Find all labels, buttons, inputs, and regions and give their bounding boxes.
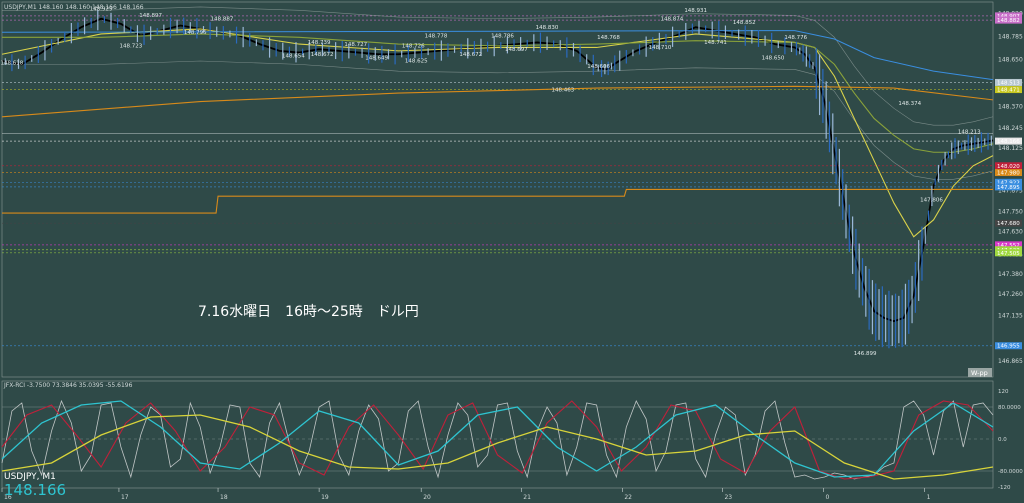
price-tag-9: 147.680 — [997, 221, 1020, 227]
chart-window: 148.618 148.929 148.723 148.897 148.795 148.8… — [0, 0, 1024, 503]
price-tick-2: 148.650 — [998, 56, 1023, 63]
rci-tick-0: 120 — [998, 389, 1009, 395]
time-tick-7: 23 — [724, 494, 732, 501]
price-label-23: 148.931 — [684, 8, 707, 14]
rci-tick-1: 80.0000 — [998, 405, 1021, 411]
price-label-26: 148.650 — [762, 55, 785, 61]
price-label-9: 148.727 — [344, 42, 367, 48]
price-label-27: 148.776 — [784, 35, 807, 41]
price-label-3: 148.897 — [139, 13, 162, 19]
price-tick-14: 146.865 — [998, 358, 1023, 365]
time-tick-8: 0 — [826, 494, 830, 501]
price-tick-11: 147.380 — [998, 271, 1023, 278]
time-tick-9: 1 — [927, 494, 931, 501]
price-label-28: 148.374 — [898, 101, 921, 107]
pivot-tag: W-pp — [971, 369, 988, 377]
price-label-15: 148.786 — [491, 33, 514, 39]
price-tick-5: 148.245 — [998, 125, 1023, 132]
price-label-21: 148.710 — [649, 45, 672, 51]
price-label-6: 148.654 — [282, 54, 305, 60]
time-tick-6: 22 — [624, 494, 632, 501]
price-tag-8: 147.895 — [997, 185, 1020, 191]
price-label-19: 148.768 — [597, 35, 620, 41]
price-tag-1: 148.882 — [997, 18, 1020, 24]
price-label-30: 147.806 — [920, 197, 943, 203]
price-tick-9: 147.630 — [998, 229, 1023, 236]
price-label-8: 148.672 — [311, 52, 334, 58]
price-label-18: 148.463 — [552, 87, 575, 93]
price-label-10: 148.649 — [365, 55, 388, 61]
price-label-4: 148.795 — [184, 30, 207, 36]
price-label-2: 148.723 — [119, 43, 142, 49]
price-tick-13: 147.135 — [998, 312, 1023, 319]
price-label-20: 148.606 — [587, 64, 610, 70]
price-tick-4: 148.370 — [998, 104, 1023, 111]
price-label-0: 148.618 — [1, 60, 24, 66]
price-label-24: 148.741 — [704, 40, 727, 46]
price-label-13: 148.778 — [425, 33, 448, 39]
rci-tick-4: -120 — [998, 485, 1011, 491]
chart-background — [0, 0, 1024, 503]
price-tag-4: 148.166 — [997, 139, 1020, 145]
rci-tick-3: -80.0000 — [998, 469, 1023, 475]
rci-tick-2: 0.0 — [998, 437, 1007, 443]
symbol-info: USDJPY,M1 148.160 148.160 148.166 148.16… — [4, 4, 144, 11]
price-tag-13: 146.955 — [997, 344, 1020, 350]
time-tick-1: 17 — [121, 494, 129, 501]
price-label-29: 148.213 — [958, 130, 981, 136]
price-label-25: 148.852 — [733, 20, 756, 26]
price-label-31: 146.899 — [854, 351, 877, 357]
chart-svg: 148.618148.929148.723148.897148.795148.8… — [0, 0, 1024, 503]
price-tag-12: 147.505 — [997, 251, 1020, 257]
price-label-22: 148.874 — [661, 16, 684, 22]
price-label-16: 148.697 — [505, 47, 528, 53]
price-label-5: 148.887 — [211, 16, 234, 22]
time-tick-4: 20 — [423, 494, 431, 501]
price-label-17: 148.830 — [536, 25, 559, 31]
current-price-display: 148.166 — [4, 481, 66, 499]
time-tick-5: 21 — [523, 494, 531, 501]
price-label-11: 148.726 — [402, 43, 425, 49]
rci-info: JFX-RCI -3.7500 73.3846 35.0395 -55.6196 — [3, 382, 133, 389]
price-label-14: 148.672 — [459, 52, 482, 58]
price-tick-6: 148.125 — [998, 145, 1023, 152]
price-tag-6: 147.980 — [997, 171, 1020, 177]
price-tag-2: 148.513 — [997, 80, 1020, 86]
price-tick-1: 148.785 — [998, 34, 1023, 41]
time-tick-3: 19 — [321, 494, 329, 501]
annotation-text: 7.16水曜日 16時～25時 ドル円 — [198, 304, 419, 320]
price-tick-12: 147.260 — [998, 291, 1023, 298]
price-tick-8: 147.750 — [998, 208, 1023, 215]
price-label-12: 148.625 — [405, 59, 428, 65]
time-tick-2: 18 — [220, 494, 228, 501]
price-tag-5: 148.020 — [997, 164, 1020, 170]
price-label-7: 148.739 — [308, 40, 331, 46]
price-tag-3: 148.471 — [997, 88, 1020, 94]
